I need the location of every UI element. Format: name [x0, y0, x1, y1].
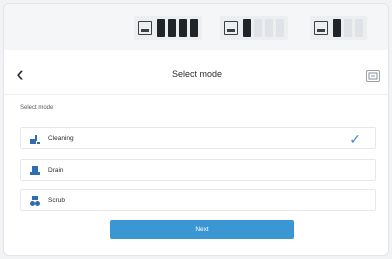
status-strip [4, 4, 388, 50]
page-title: Select mode [171, 69, 223, 79]
option-label: Cleaning [48, 134, 74, 142]
dirty-water-tank-icon [314, 21, 328, 35]
dirty-water-gauge [310, 16, 367, 40]
gauge-segment [168, 19, 176, 37]
gauge-segment [355, 19, 363, 37]
clean-water-gauge [220, 16, 288, 40]
scrub-icon [29, 194, 41, 206]
next-button[interactable]: Next [110, 220, 294, 239]
gauge-segment [243, 19, 251, 37]
option-scrub[interactable]: Scrub [20, 189, 376, 211]
page-header: ‹ Select mode [4, 60, 388, 92]
gauge-segment [276, 19, 284, 37]
header-divider [4, 94, 388, 95]
option-drain[interactable]: Drain [20, 159, 376, 181]
app-window: ‹ Select mode Select mode Cleaning ✓ Dra… [3, 3, 389, 256]
battery-icon [138, 21, 152, 35]
option-label: Scrub [48, 196, 65, 204]
clean-water-tank-icon [224, 21, 238, 35]
drain-icon [29, 164, 41, 176]
gauge-segment [190, 19, 198, 37]
section-label: Select mode [20, 105, 54, 111]
robot-status-icon[interactable] [366, 70, 380, 82]
gauge-segment [157, 19, 165, 37]
checkmark-icon: ✓ [349, 131, 361, 147]
gauge-segment [333, 19, 341, 37]
battery-gauge [134, 16, 202, 40]
cleaning-icon [29, 132, 41, 144]
option-label: Drain [48, 166, 64, 174]
gauge-segment [254, 19, 262, 37]
gauge-segment [179, 19, 187, 37]
gauge-segment [344, 19, 352, 37]
option-cleaning[interactable]: Cleaning ✓ [20, 127, 376, 149]
gauge-segment [265, 19, 273, 37]
